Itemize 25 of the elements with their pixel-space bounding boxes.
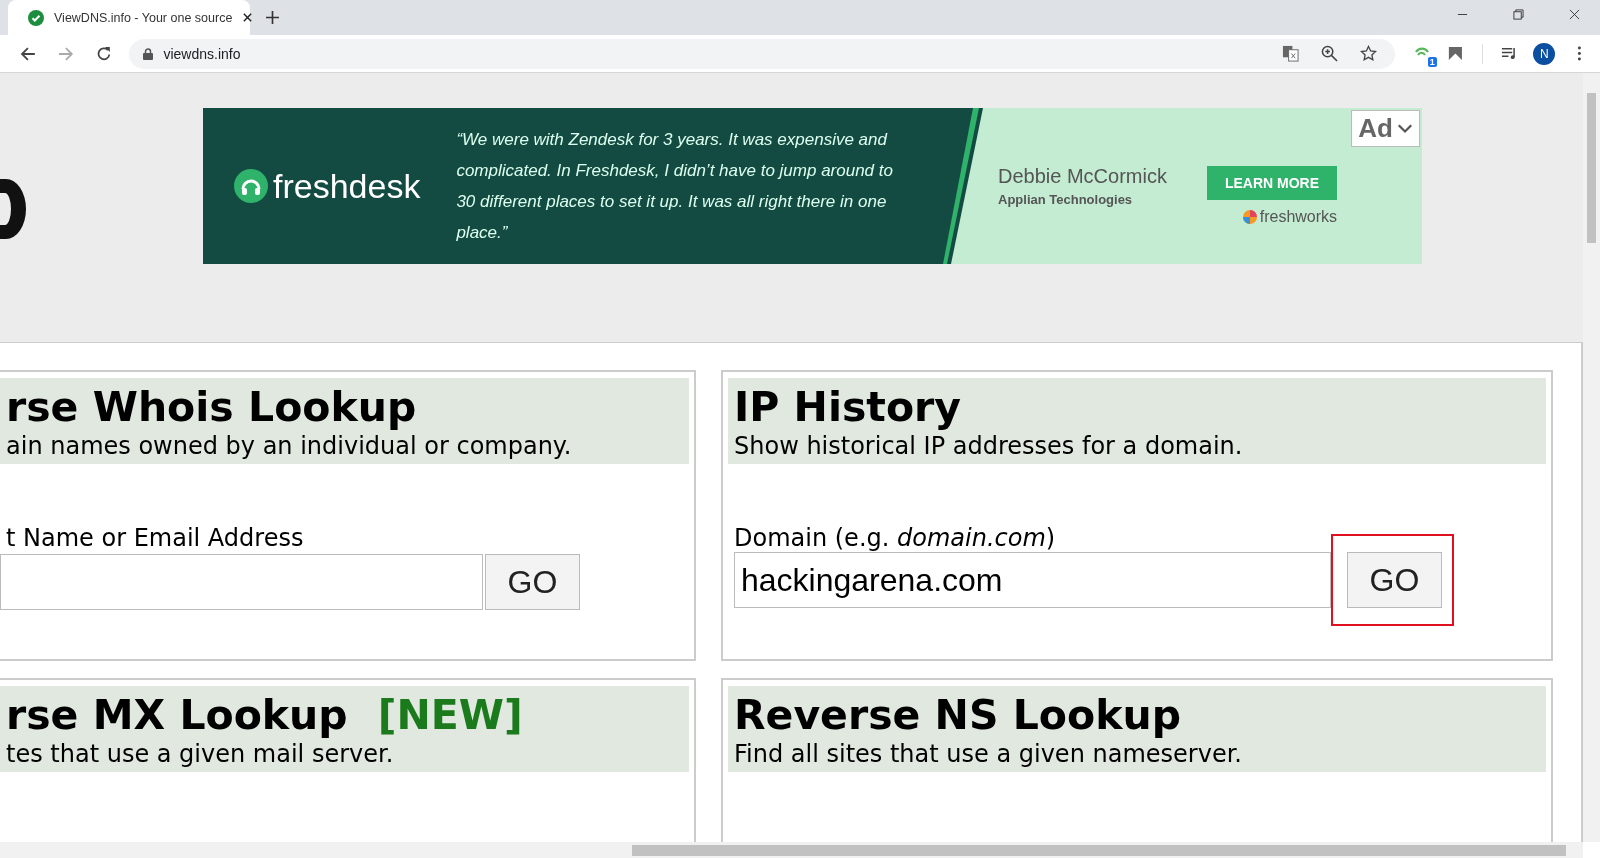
browser-tab[interactable]: ViewDNS.info - Your one source xyxy=(8,0,250,35)
ad-quote: “We were with Zendesk for 3 years. It was expensive and complicated. In Freshdesk, I didn’t have to jump around to 30 different places to set it up. It was all right there in one place.” xyxy=(456,129,894,244)
address-bar[interactable]: viewdns.info xyxy=(129,38,1396,69)
panel-subtitle: Show historical IP addresses for a domain. xyxy=(734,432,1244,460)
ad-choices-label[interactable]: Ad xyxy=(1351,110,1420,147)
go-button[interactable]: GO xyxy=(485,554,580,610)
profile-avatar[interactable]: N xyxy=(1533,42,1556,65)
panel-title: rse Whois Lookup xyxy=(6,382,417,432)
go-button[interactable]: GO xyxy=(1347,552,1442,608)
panel-title: IP History xyxy=(734,382,962,432)
input-field[interactable]: hackingarena.com xyxy=(734,552,1331,608)
new-label: [NEW] xyxy=(377,690,523,740)
ad-person-name: Debbie McCormick xyxy=(998,165,1167,188)
field-label: t Name or Email Address xyxy=(6,524,305,552)
ad-brand-text: freshworks xyxy=(1259,208,1338,226)
panel-subtitle: Find all sites that use a given nameserver. xyxy=(734,740,1243,768)
panel-subtitle: tes that use a given mail server. xyxy=(6,740,395,768)
panel-subtitle: ain names owned by an individual or company. xyxy=(6,432,573,460)
field-label: Domain (e.g. domain.com) xyxy=(734,524,1057,552)
tab-title: ViewDNS.info - Your one source xyxy=(54,10,233,25)
panel-title: rse MX Lookup xyxy=(6,690,348,740)
panel-title: Reverse NS Lookup xyxy=(734,690,1181,740)
ad-company: Applian Technologies xyxy=(998,192,1134,207)
ad-logo-text: freshdesk xyxy=(273,166,421,206)
url-text: viewdns.info xyxy=(163,45,241,62)
